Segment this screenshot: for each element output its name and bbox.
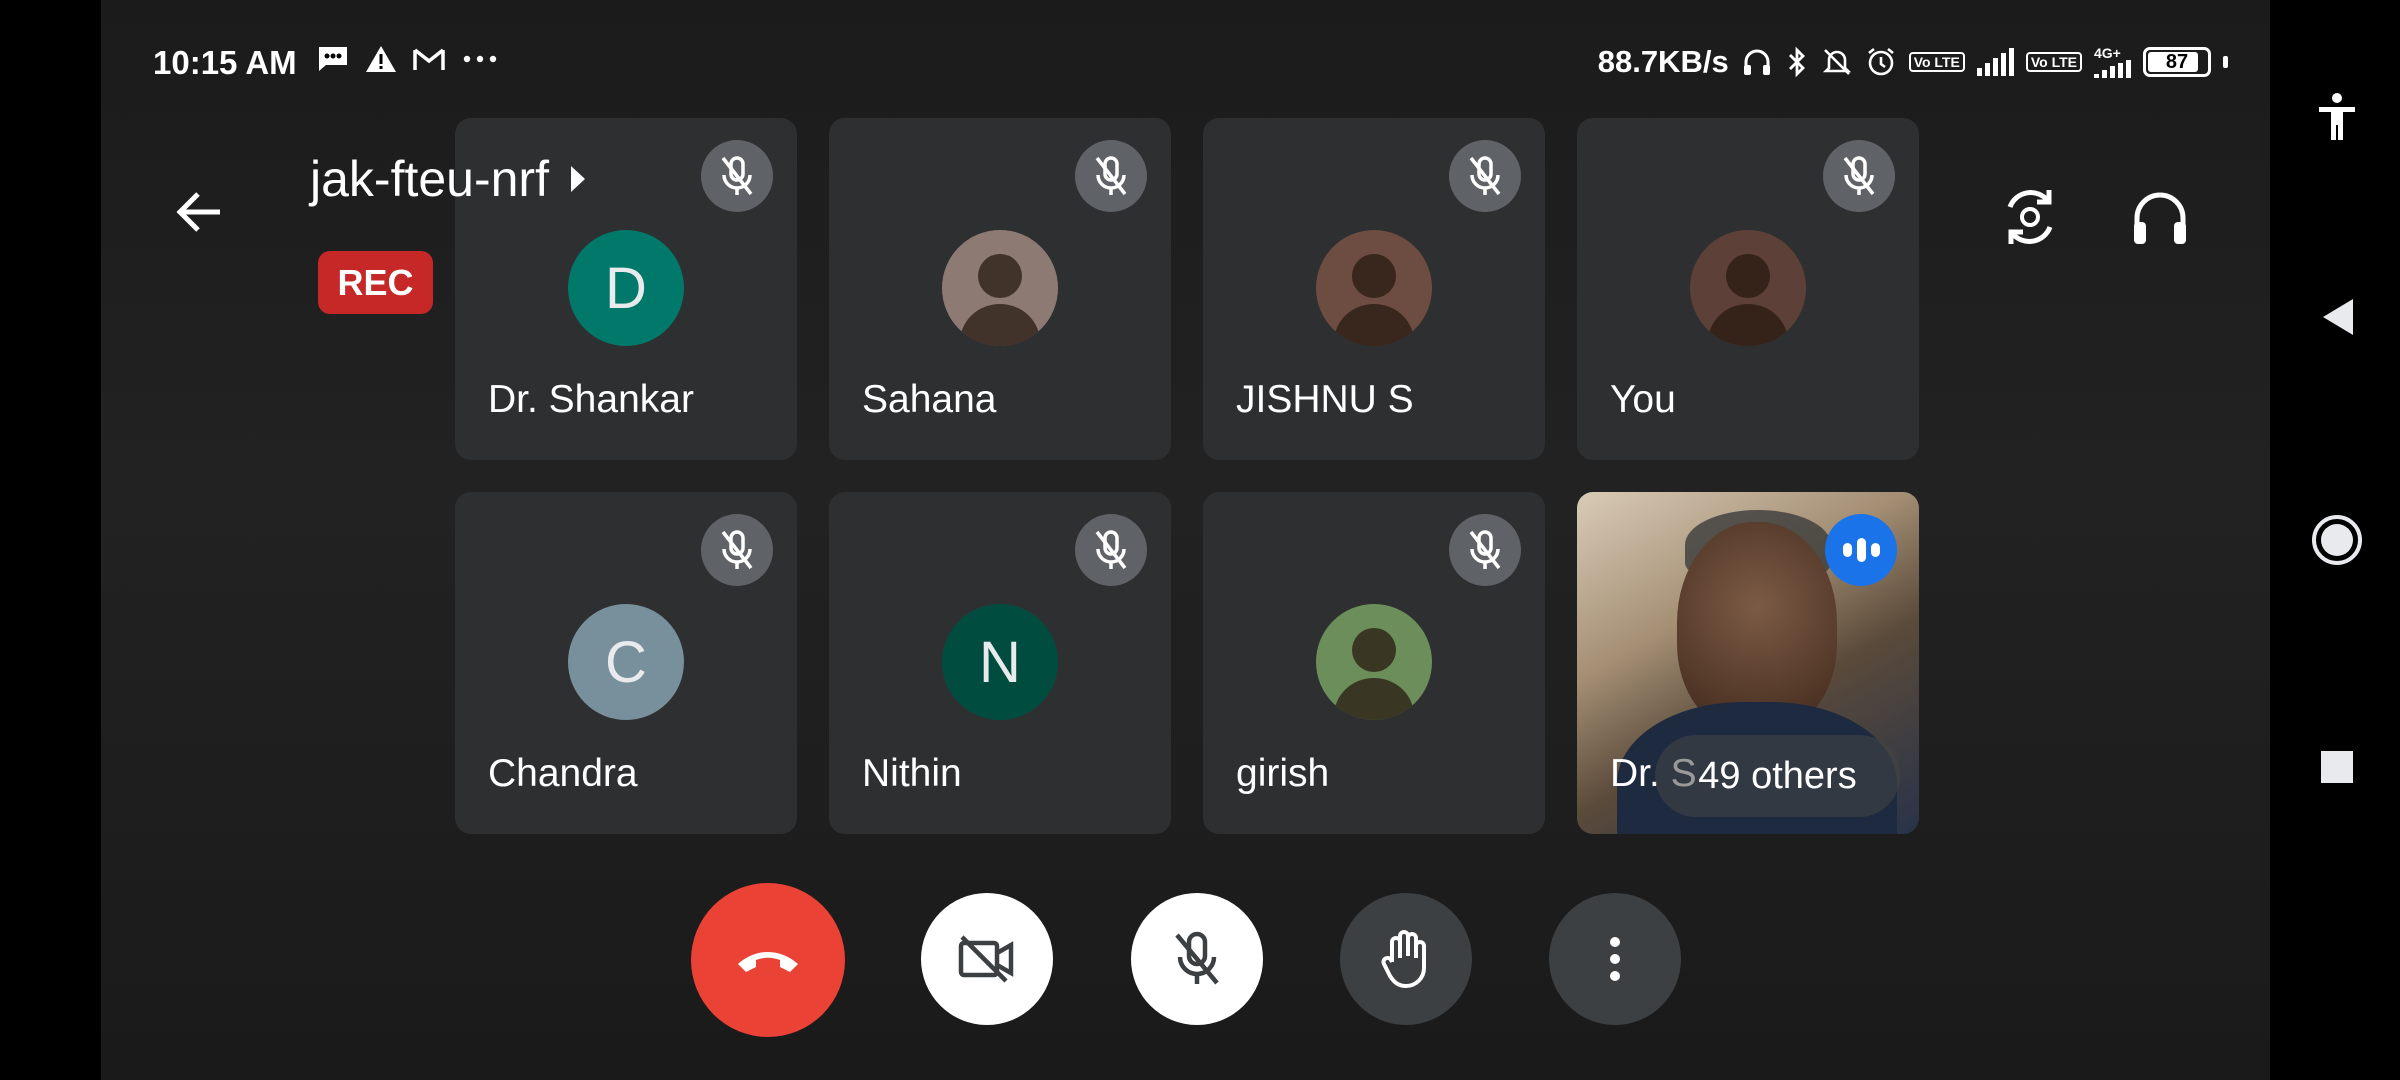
accessibility-button[interactable] — [2310, 90, 2364, 144]
headphones-icon — [2134, 192, 2186, 244]
participant-tile[interactable]: You — [1577, 118, 1919, 460]
volte-icon-2: Vo LTE — [2025, 52, 2082, 72]
more-dots-icon — [463, 55, 497, 63]
mic-off-icon — [1175, 931, 1219, 985]
headset-icon — [1743, 49, 1770, 75]
video-feed-video-face — [1677, 522, 1837, 732]
audio-output-button[interactable] — [2125, 182, 2195, 252]
circle-home-icon — [2312, 515, 2362, 565]
participant-tile[interactable]: C Chandra — [455, 492, 797, 834]
raise-hand-button[interactable] — [1340, 893, 1472, 1025]
muted-mic-icon — [1075, 514, 1147, 586]
switch-camera-button[interactable] — [1995, 182, 2065, 252]
network-label: 4G+ — [2094, 45, 2121, 61]
camera-off-icon — [958, 935, 1014, 983]
volte-icon: Vo LTE — [1908, 52, 1965, 72]
nav-home-button[interactable] — [2310, 513, 2364, 567]
battery-icon: 87 — [2143, 47, 2211, 77]
profile-photo-icon — [960, 254, 1040, 346]
participant-name: Nithin — [862, 752, 962, 795]
alarm-icon — [1867, 47, 1894, 76]
muted-mic-icon — [1449, 514, 1521, 586]
battery-level: 87 — [2165, 51, 2189, 73]
avatar — [1316, 230, 1432, 346]
square-recents-icon — [2321, 751, 2353, 783]
participant-name: girish — [1236, 752, 1330, 795]
mic-toggle-button[interactable] — [1131, 893, 1263, 1025]
avatar: D — [568, 230, 684, 346]
avatar — [1690, 230, 1806, 346]
participant-tile[interactable]: Sahana — [829, 118, 1171, 460]
message-icon — [319, 47, 347, 71]
profile-photo-icon — [1334, 628, 1414, 720]
battery-nub — [2223, 56, 2228, 68]
muted-mic-icon — [701, 140, 773, 212]
meeting-info-button[interactable]: jak-fteu-nrf — [310, 150, 587, 208]
notification-icons — [316, 44, 500, 74]
others-count[interactable]: 49 others — [1655, 735, 1900, 817]
participant-name: Sahana — [862, 378, 997, 421]
avatar: N — [942, 604, 1058, 720]
participant-name: You — [1610, 378, 1676, 421]
silent-icon — [1822, 49, 1851, 75]
system-tray: 88.7KB/s Vo LTE Vo LTE 4G+ 87 — [1598, 44, 2228, 80]
participant-tile[interactable]: N Nithin — [829, 492, 1171, 834]
chevron-right-icon — [570, 166, 585, 192]
muted-mic-icon — [1449, 140, 1521, 212]
avatar — [942, 230, 1058, 346]
participant-tile[interactable]: JISHNU S — [1203, 118, 1545, 460]
back-arrow-icon — [176, 192, 220, 232]
signal-icon — [1976, 48, 2014, 76]
participant-name: Dr. Shankar — [488, 378, 694, 421]
avatar — [1316, 604, 1432, 720]
avatar: C — [568, 604, 684, 720]
switch-camera-icon — [2007, 190, 2053, 244]
back-button[interactable] — [170, 182, 230, 242]
raise-hand-icon — [1381, 930, 1426, 989]
camera-toggle-button[interactable] — [921, 893, 1053, 1025]
status-time: 10:15 AM — [153, 44, 297, 81]
meeting-code: jak-fteu-nrf — [310, 151, 549, 207]
end-call-button[interactable] — [691, 883, 845, 1037]
profile-photo-icon — [1708, 254, 1788, 346]
speaking-indicator-icon — [1825, 514, 1897, 586]
avatar-initial: C — [605, 629, 647, 695]
status-bar: 10:15 AM 88.7KB/s Vo LTE Vo LTE 4G+ 87 — [101, 0, 2228, 130]
recording-badge: REC — [318, 251, 433, 314]
participant-name: Chandra — [488, 752, 638, 795]
profile-photo-icon — [1334, 254, 1414, 346]
avatar-initial: N — [979, 629, 1021, 695]
muted-mic-icon — [701, 514, 773, 586]
participant-tile[interactable]: girish — [1203, 492, 1545, 834]
bluetooth-icon — [1788, 46, 1805, 78]
triangle-back-icon — [2323, 299, 2353, 335]
avatar-initial: D — [605, 255, 647, 321]
muted-mic-icon — [1823, 140, 1895, 212]
net-speed: 88.7KB/s — [1597, 44, 1729, 79]
participant-name: JISHNU S — [1236, 378, 1414, 421]
gmail-icon — [413, 48, 445, 70]
nav-back-button[interactable] — [2310, 290, 2364, 344]
navigation-bar — [2270, 0, 2400, 1080]
end-call-icon — [738, 952, 798, 972]
muted-mic-icon — [1075, 140, 1147, 212]
more-vert-icon — [1610, 937, 1620, 981]
accessibility-icon — [2319, 93, 2355, 140]
more-options-button[interactable] — [1549, 893, 1681, 1025]
warning-icon — [366, 46, 396, 72]
nav-recents-button[interactable] — [2310, 740, 2364, 794]
4g-signal-icon: 4G+ — [2094, 46, 2131, 78]
